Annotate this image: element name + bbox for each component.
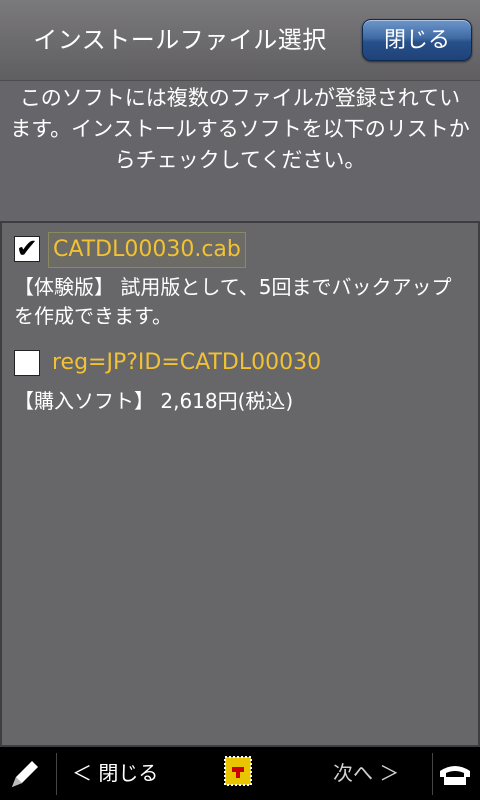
list-item-header: reg=JP?ID=CATDL00030 xyxy=(14,343,470,383)
checkbox-trial[interactable]: ✔ xyxy=(14,234,40,264)
list-item-trial[interactable]: ✔ CATDL00030.cab 【体験版】 試用版として、5回までバックアップ… xyxy=(14,229,470,331)
checkbox-purchase[interactable] xyxy=(14,350,40,376)
checkmark-icon: ✔ xyxy=(16,234,38,264)
back-close-button[interactable]: ＜ 閉じる xyxy=(72,747,158,800)
item-name-purchase[interactable]: reg=JP?ID=CATDL00030 xyxy=(48,346,325,380)
instruction-text: このソフトには複数のファイルが登録されています。インストールするソフトを以下のリ… xyxy=(10,86,470,172)
phone-icon[interactable] xyxy=(438,759,472,789)
file-list: ✔ CATDL00030.cab 【体験版】 試用版として、5回までバックアップ… xyxy=(0,221,480,747)
bottom-toolbar: ＜ 閉じる 次へ ＞ xyxy=(0,747,480,800)
pen-icon[interactable] xyxy=(8,757,42,791)
item-name-trial[interactable]: CATDL00030.cab xyxy=(48,232,246,268)
toolbar-divider xyxy=(56,753,57,795)
app-screen: インストールファイル選択 閉じる このソフトには複数のファイルが登録されています… xyxy=(0,0,480,800)
list-item-purchase[interactable]: reg=JP?ID=CATDL00030 【購入ソフト】 2,618円(税込) xyxy=(14,343,470,416)
page-title: インストールファイル選択 xyxy=(33,26,327,54)
list-item-header: ✔ CATDL00030.cab xyxy=(14,229,470,269)
item-desc-purchase: 【購入ソフト】 2,618円(税込) xyxy=(14,389,294,413)
app-icon[interactable] xyxy=(224,753,252,793)
title-bar: インストールファイル選択 閉じる xyxy=(0,0,480,81)
item-desc-trial: 【体験版】 試用版として、5回までバックアップを作成できます。 xyxy=(14,275,452,328)
close-button[interactable]: 閉じる xyxy=(362,19,472,61)
toolbar-divider xyxy=(432,753,433,795)
next-button[interactable]: 次へ ＞ xyxy=(333,747,399,800)
